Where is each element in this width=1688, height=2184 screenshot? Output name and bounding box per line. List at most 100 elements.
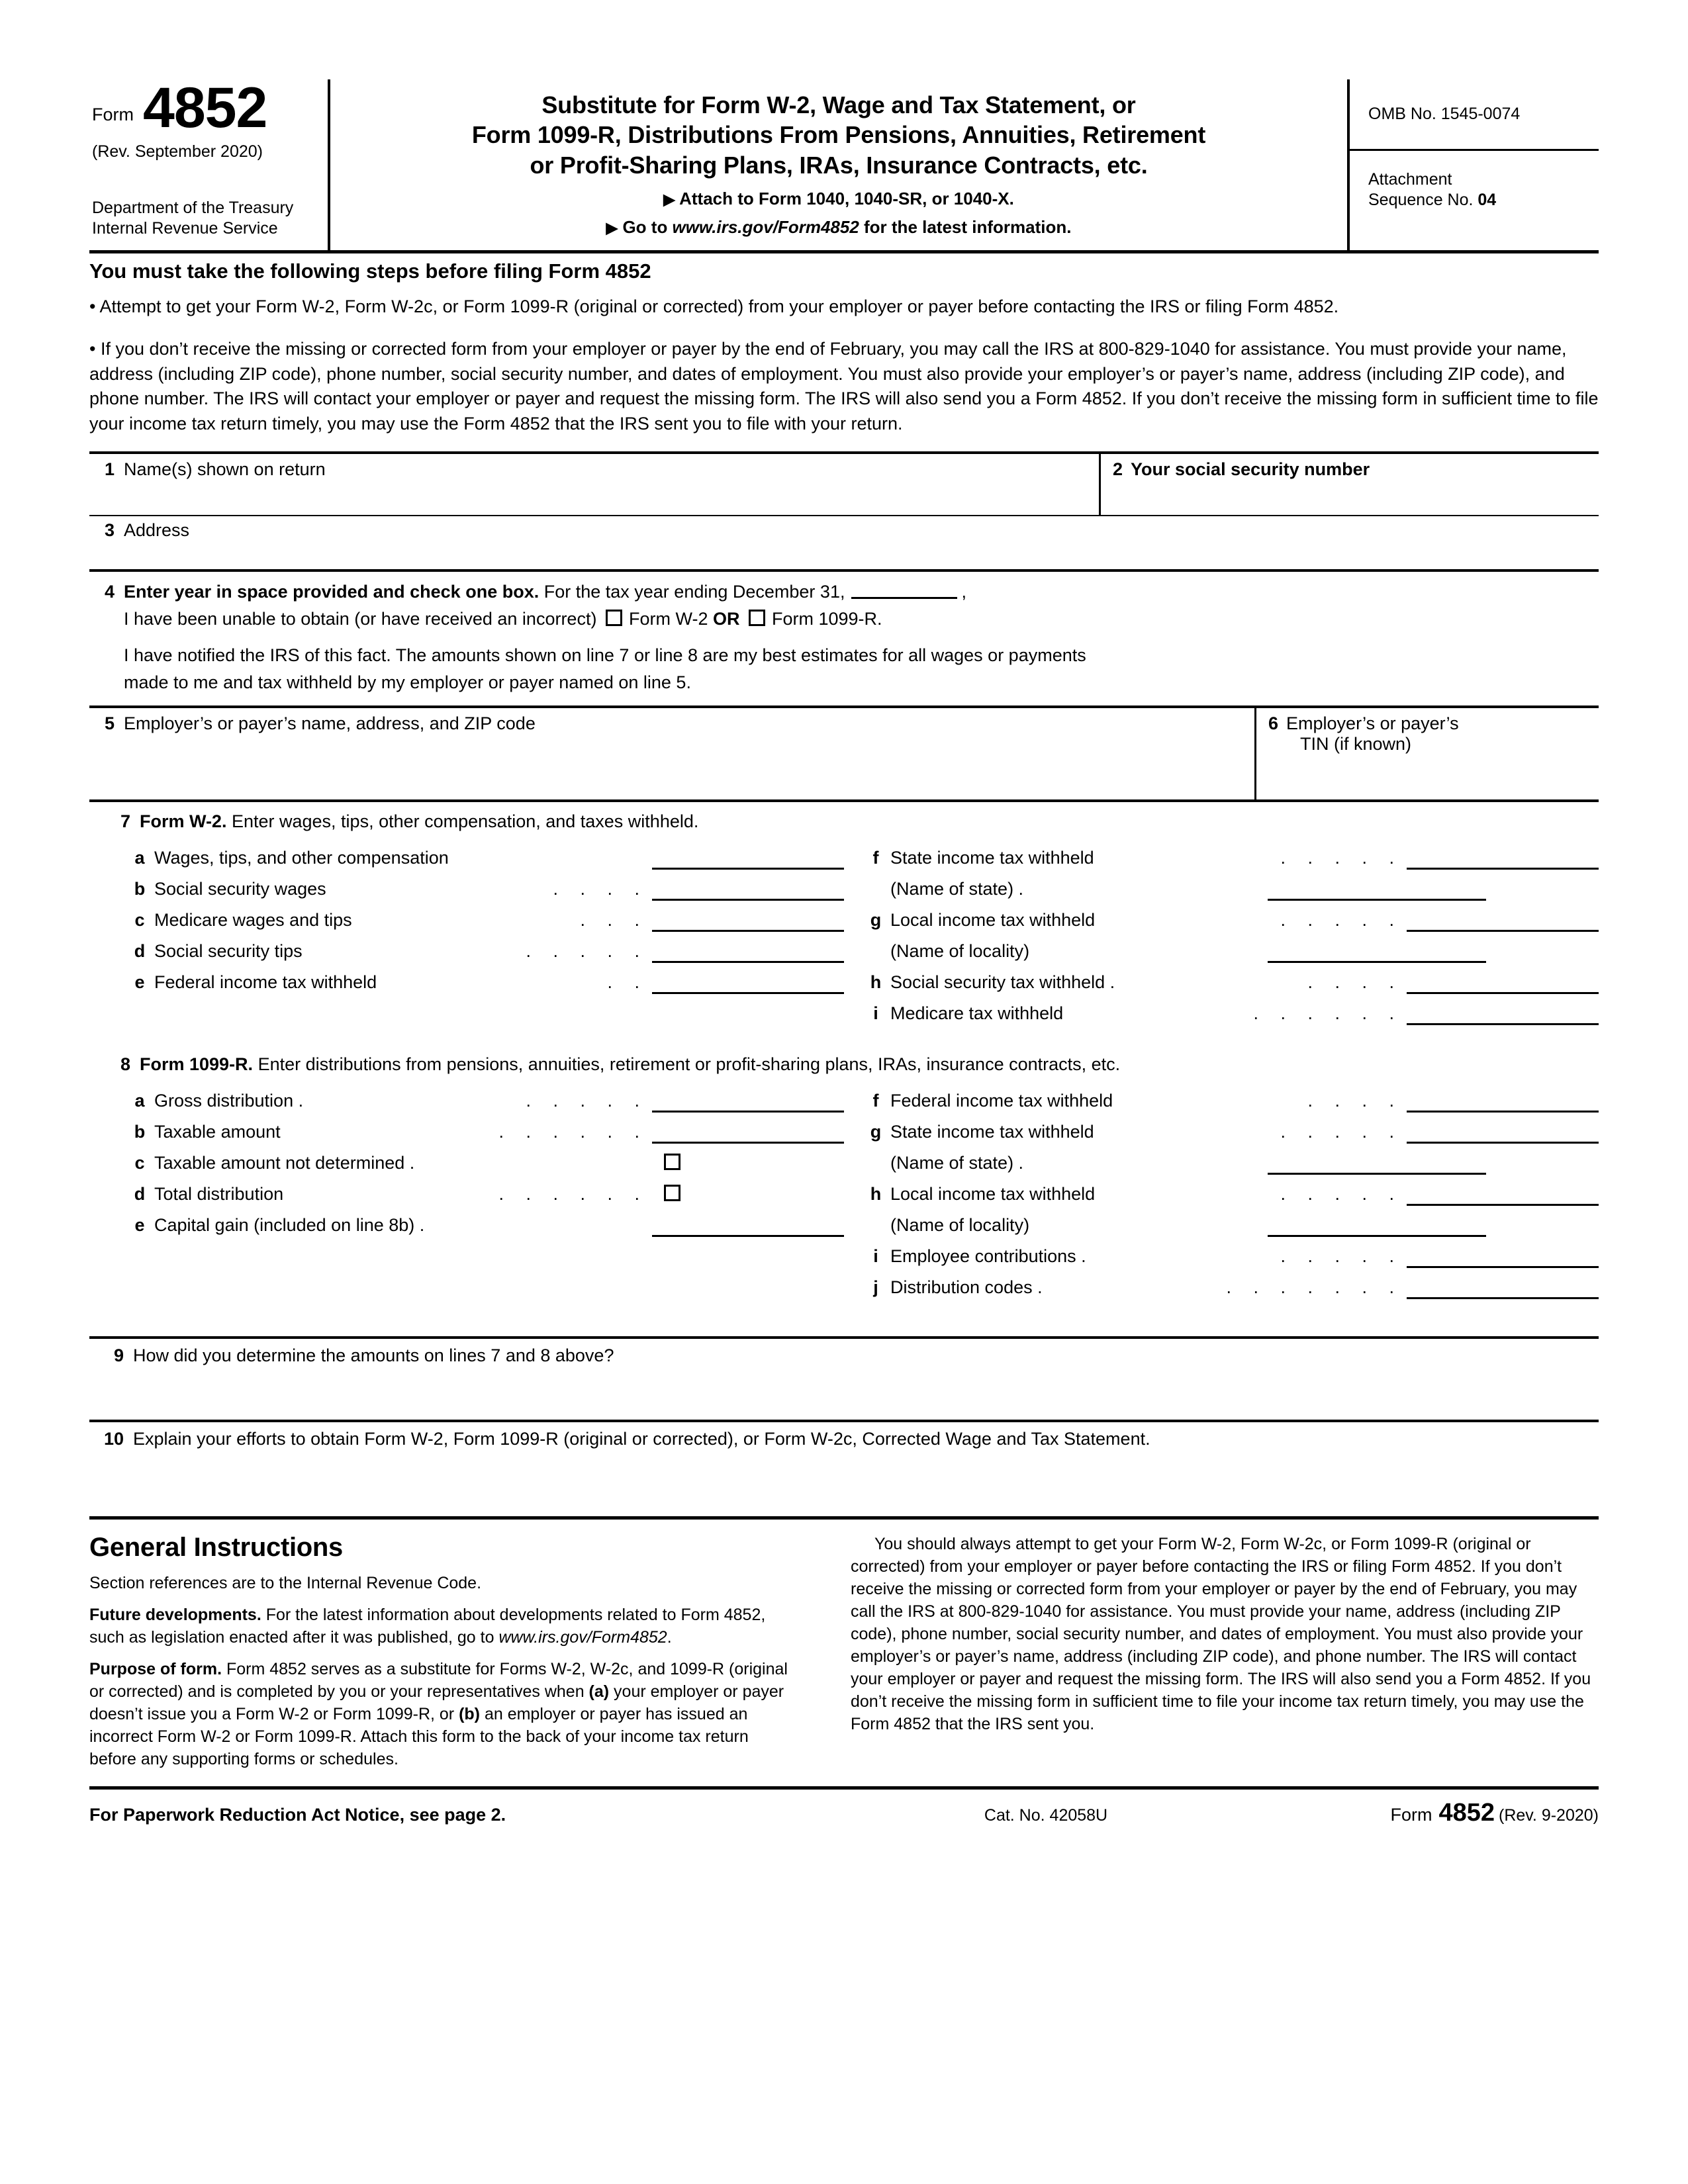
- line-8f-row[interactable]: f Federal income tax withheld . . . .: [844, 1081, 1599, 1113]
- line-8e-input[interactable]: [652, 1208, 844, 1238]
- line-7b-row[interactable]: b Social security wages . . . .: [89, 870, 844, 901]
- line-8i-leader: . . . . .: [1280, 1246, 1403, 1267]
- line-8b-leader: . . . . . .: [498, 1122, 648, 1142]
- line-7f-row[interactable]: f State income tax withheld . . . . .: [844, 839, 1599, 870]
- line-8-left-column: a Gross distribution . . . . . . b Taxab…: [89, 1081, 844, 1299]
- line-8f-letter: f: [872, 1091, 879, 1111]
- future-developments-heading: Future developments.: [89, 1606, 261, 1625]
- line-7f-leader: . . . . .: [1280, 848, 1403, 868]
- line-8a-row[interactable]: a Gross distribution . . . . . .: [89, 1081, 844, 1113]
- checkbox-taxable-amount-not-determined[interactable]: [664, 1154, 680, 1171]
- department-line-2: Internal Revenue Service: [92, 218, 278, 238]
- line-7d-leader: . . . . .: [526, 941, 648, 962]
- line-8f-leader: . . . .: [1307, 1091, 1403, 1111]
- line-7i-letter: i: [873, 1003, 878, 1024]
- line-8g-row[interactable]: g State income tax withheld . . . . .: [844, 1113, 1599, 1144]
- line-8d-checkbox-cell: [652, 1184, 844, 1206]
- line-5-employer-field[interactable]: 5 Employer’s or payer’s name, address, an…: [89, 708, 1254, 799]
- line-7d-input[interactable]: [652, 934, 844, 964]
- line-3-address-field[interactable]: 3 Address: [89, 514, 1599, 569]
- line-8j-row[interactable]: j Distribution codes . . . . . . . .: [844, 1268, 1599, 1300]
- line-7f-input[interactable]: [1407, 841, 1599, 870]
- line-8g-input[interactable]: [1407, 1115, 1599, 1144]
- line-8a-input[interactable]: [652, 1084, 844, 1113]
- line-7c-input[interactable]: [652, 903, 844, 933]
- line-8i-input[interactable]: [1407, 1240, 1599, 1269]
- line-7f-state-name-input[interactable]: [1268, 872, 1486, 901]
- line-9-number: 9: [113, 1345, 124, 1366]
- line-3-number: 3: [104, 520, 115, 540]
- line-6-label-line-1: Employer’s or payer’s: [1286, 713, 1459, 734]
- line-7-rest: Enter wages, tips, other compensation, a…: [226, 811, 699, 832]
- department-line-1: Department of the Treasury: [92, 199, 294, 217]
- attachment-label: Attachment: [1368, 170, 1452, 189]
- line-8b-row[interactable]: b Taxable amount . . . . . .: [89, 1113, 844, 1144]
- line-6-tin-field[interactable]: 6 Employer’s or payer’s TIN (if known): [1254, 708, 1599, 800]
- line-7h-input[interactable]: [1407, 966, 1599, 995]
- line-7-number: 7: [120, 811, 130, 832]
- line-1-name-field[interactable]: 1 Name(s) shown on return: [89, 454, 1099, 515]
- form-number: 4852: [143, 76, 267, 140]
- line-7i-leader: . . . . . .: [1253, 1003, 1403, 1024]
- line-2-number: 2: [1113, 459, 1123, 479]
- line-4-number: 4: [104, 581, 115, 602]
- attempt-to-get-form-paragraph: You should always attempt to get your Fo…: [851, 1535, 1591, 1734]
- line-7g-input[interactable]: [1407, 903, 1599, 933]
- checkbox-form-1099r[interactable]: [749, 610, 765, 627]
- form-number-row: Form 4852: [89, 76, 321, 140]
- future-developments-paragraph: Future developments. For the latest info…: [89, 1604, 788, 1649]
- tax-year-input[interactable]: [851, 580, 958, 599]
- line-8h-input[interactable]: [1407, 1177, 1599, 1206]
- form-revision-date: (Rev. September 2020): [92, 142, 263, 161]
- line-8f-input[interactable]: [1407, 1084, 1599, 1113]
- line-8g-state-name-row[interactable]: (Name of state) .: [844, 1144, 1599, 1175]
- line-8e-label: Capital gain (included on line 8b) .: [154, 1215, 425, 1236]
- line-7g-locality-name-input[interactable]: [1268, 934, 1486, 964]
- line-8i-row[interactable]: i Employee contributions . . . . . .: [844, 1237, 1599, 1269]
- line-7g-locality-name-row[interactable]: (Name of locality): [844, 932, 1599, 964]
- line-8j-input[interactable]: [1407, 1271, 1599, 1300]
- line-7e-row[interactable]: e Federal income tax withheld . .: [89, 963, 844, 995]
- line-7i-row[interactable]: i Medicare tax withheld . . . . . .: [844, 994, 1599, 1026]
- line-8j-leader: . . . . . . .: [1226, 1277, 1403, 1298]
- irs-url-link[interactable]: www.irs.gov/Form4852: [673, 217, 859, 237]
- line-7i-input[interactable]: [1407, 997, 1599, 1026]
- line-8g-state-name-input[interactable]: [1268, 1146, 1486, 1175]
- line-7e-label: Federal income tax withheld: [154, 972, 377, 993]
- line-8c-leader: [414, 1173, 652, 1175]
- form-title-line-2: Form 1099-R, Distributions From Pensions…: [471, 121, 1206, 149]
- line-8e-letter: e: [134, 1215, 145, 1236]
- line-7d-row[interactable]: d Social security tips . . . . .: [89, 932, 844, 964]
- line-8b-input[interactable]: [652, 1115, 844, 1144]
- line-8g-leader: . . . . .: [1280, 1122, 1403, 1142]
- line-8d-row[interactable]: d Total distribution . . . . . .: [89, 1175, 844, 1206]
- line-8e-row[interactable]: e Capital gain (included on line 8b) .: [89, 1206, 844, 1238]
- future-developments-url[interactable]: www.irs.gov/Form4852: [498, 1628, 667, 1647]
- line-2-ssn-field[interactable]: 2 Your social security number: [1099, 453, 1599, 515]
- line-7e-input[interactable]: [652, 966, 844, 995]
- checkbox-form-w2[interactable]: [605, 610, 622, 627]
- line-7h-leader: . . . .: [1307, 972, 1403, 993]
- line-8a-label: Gross distribution .: [154, 1091, 304, 1111]
- line-7c-row[interactable]: c Medicare wages and tips . . .: [89, 901, 844, 933]
- line-7a-row[interactable]: a Wages, tips, and other compensation: [89, 839, 844, 870]
- line-9-field[interactable]: 9 How did you determine the amounts on li…: [89, 1336, 1599, 1420]
- line-8-rest: Enter distributions from pensions, annui…: [253, 1054, 1121, 1075]
- catalog-number: Cat. No. 42058U: [984, 1806, 1108, 1825]
- line-7f-state-name-row[interactable]: (Name of state) .: [844, 870, 1599, 901]
- line-8h-locality-name-input[interactable]: [1268, 1208, 1486, 1238]
- line-7g-row[interactable]: g Local income tax withheld . . . . .: [844, 901, 1599, 933]
- line-4-row-2: I have been unable to obtain (or have re…: [92, 606, 1599, 633]
- checkbox-form-1099r-label: Form 1099-R.: [772, 609, 882, 629]
- line-7a-input[interactable]: [652, 841, 844, 870]
- form-title-line-3: or Profit-Sharing Plans, IRAs, Insurance…: [530, 151, 1148, 179]
- line-8c-row[interactable]: c Taxable amount not determined .: [89, 1144, 844, 1175]
- line-8h-row[interactable]: h Local income tax withheld . . . . .: [844, 1175, 1599, 1206]
- line-7h-row[interactable]: h Social security tax withheld . . . . .: [844, 963, 1599, 995]
- line-8h-locality-name-row[interactable]: (Name of locality): [844, 1206, 1599, 1238]
- line-4-checkbox-prompt: I have been unable to obtain (or have re…: [124, 609, 597, 629]
- checkbox-total-distribution[interactable]: [664, 1185, 680, 1202]
- line-10-field[interactable]: 10 Explain your efforts to obtain Form W-…: [89, 1420, 1599, 1516]
- line-7b-input[interactable]: [652, 872, 844, 901]
- line-8f-label: Federal income tax withheld: [890, 1091, 1113, 1111]
